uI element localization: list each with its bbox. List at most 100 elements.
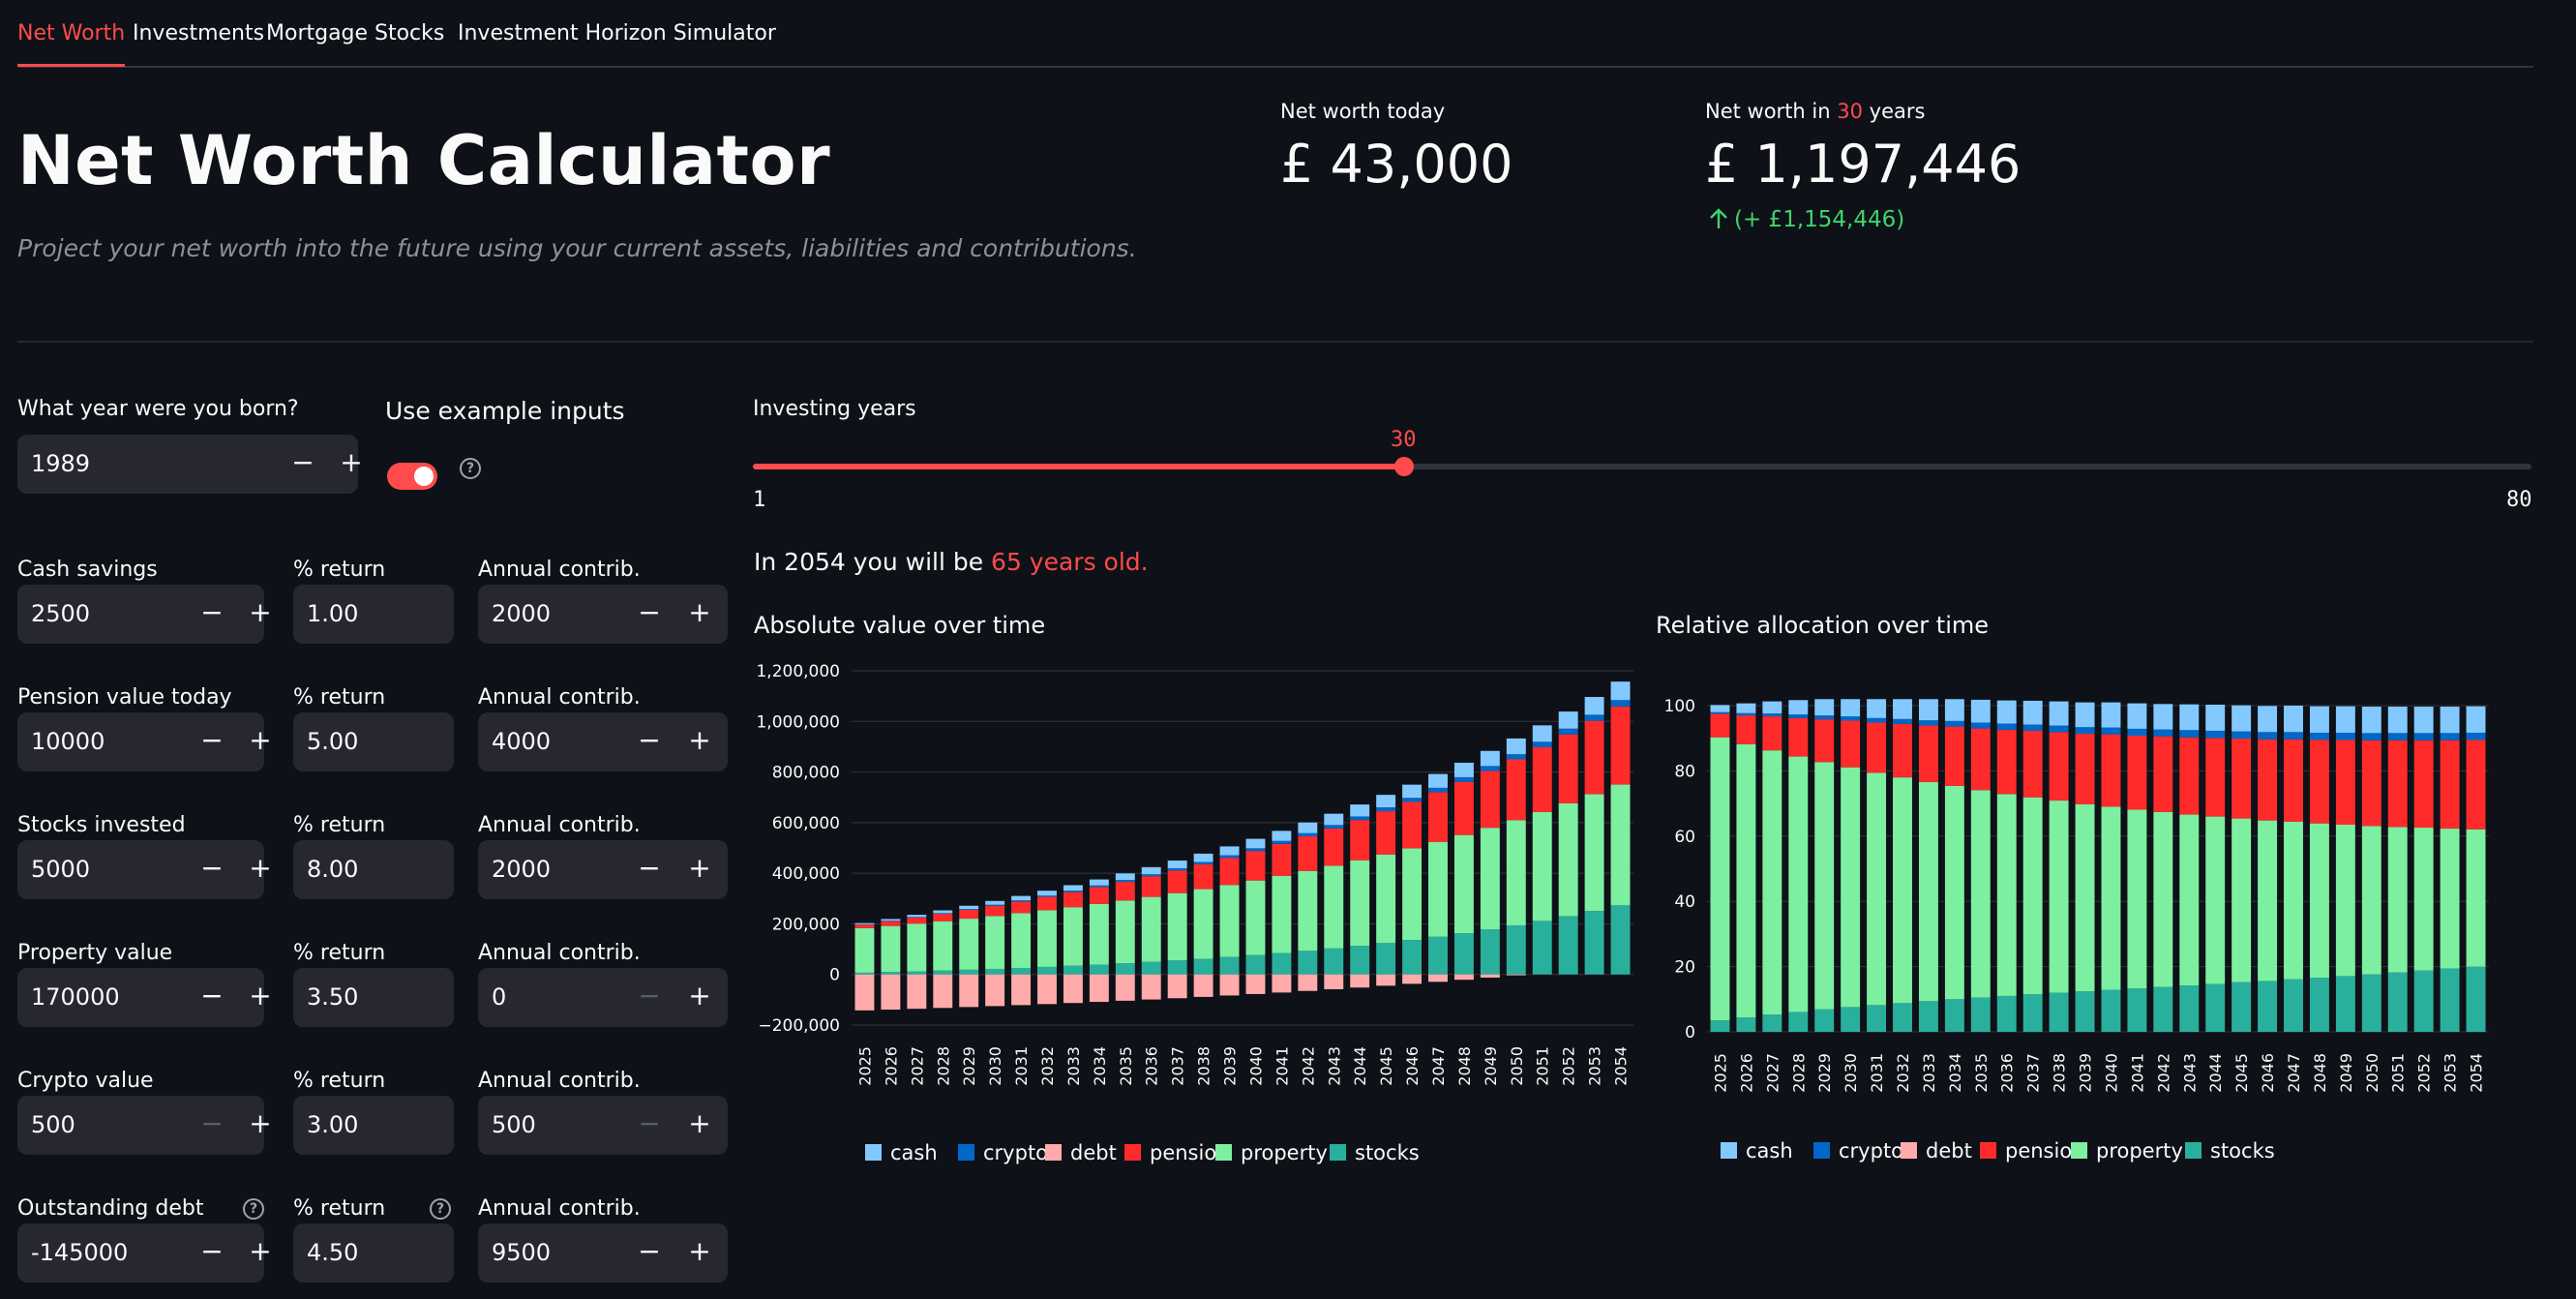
increment-button[interactable]: + [236,968,285,1027]
contrib-input-value[interactable]: 500 [492,1111,536,1138]
x-tick-label: 2053 [2441,1053,2460,1093]
increment-button[interactable]: + [675,585,724,644]
bar-pension [1141,876,1161,897]
bar-property [1710,737,1730,1021]
increment-button[interactable]: + [675,1223,724,1283]
decrement-button[interactable]: − [188,1223,236,1283]
contrib-input[interactable]: 2000 − + [478,840,728,899]
contrib-input-value[interactable]: 9500 [492,1239,551,1266]
x-tick-label: 2030 [986,1046,1004,1086]
return-input-value[interactable]: 4.50 [307,1239,358,1266]
return-input[interactable]: 1.00 [293,585,454,644]
decrement-button[interactable]: − [188,1096,236,1155]
contrib-input[interactable]: 9500 − + [478,1223,728,1283]
decrement-button[interactable]: − [188,712,236,771]
return-input-value[interactable]: 8.00 [307,856,358,883]
legend-swatch-cash [1721,1142,1737,1159]
decrement-button[interactable]: − [188,585,236,644]
value-input[interactable]: 2500 − + [17,585,272,644]
increment-button[interactable]: + [236,1096,285,1155]
x-tick-label: 2035 [1117,1046,1135,1086]
increment-button[interactable]: + [236,712,285,771]
increment-button[interactable]: + [327,435,375,494]
increment-button[interactable]: + [675,1096,724,1155]
decrement-button[interactable]: − [625,968,674,1027]
decrement-button[interactable]: − [279,435,327,494]
increment-button[interactable]: + [675,712,724,771]
value-input-value[interactable]: 10000 [31,728,105,755]
contrib-input-value[interactable]: 2000 [492,600,551,627]
bar-pension [1996,729,2017,795]
value-input-value[interactable]: 5000 [31,856,90,883]
increment-button[interactable]: + [236,1223,285,1283]
bar-cash [1167,861,1187,868]
contrib-input[interactable]: 0 − + [478,968,728,1027]
tab-stocks[interactable]: Stocks [374,21,444,45]
value-input[interactable]: 170000 − + [17,968,272,1027]
return-input-value[interactable]: 1.00 [307,600,358,627]
example-inputs-toggle[interactable] [387,463,437,490]
tab-net-worth[interactable]: Net Worth [17,21,126,67]
bar-crypto [1814,715,1835,720]
contrib-input-value[interactable]: 4000 [492,728,551,755]
bar-stocks [1480,929,1500,975]
value-input-value[interactable]: 500 [31,1111,75,1138]
born-year-input[interactable]: 1989 − + [17,435,363,494]
decrement-button[interactable]: − [188,968,236,1027]
contrib-input[interactable]: 500 − + [478,1096,728,1155]
bar-crypto [1219,855,1240,859]
bar-pension [1841,720,1861,768]
decrement-button[interactable]: − [625,840,674,899]
decrement-button[interactable]: − [625,1223,674,1283]
value-input-value[interactable]: 2500 [31,600,90,627]
born-year-value[interactable]: 1989 [31,450,90,477]
contrib-input-value[interactable]: 0 [492,983,506,1011]
decrement-button[interactable]: − [625,585,674,644]
born-label: What year were you born? [17,397,299,421]
tab-investment-horizon-simulator[interactable]: Investment Horizon Simulator [458,21,776,45]
value-input[interactable]: -145000 − + [17,1223,272,1283]
metric-future-label-years: 30 [1837,100,1863,123]
help-icon[interactable]: ? [460,458,481,479]
value-input[interactable]: 10000 − + [17,712,272,771]
bar-cash [1893,699,1912,719]
contrib-input[interactable]: 2000 − + [478,585,728,644]
value-input-value[interactable]: -145000 [31,1239,128,1266]
decrement-button[interactable]: − [625,712,674,771]
value-input-value[interactable]: 170000 [31,983,120,1011]
increment-button[interactable]: + [236,840,285,899]
bar-stocks [1219,956,1240,975]
return-input[interactable]: 8.00 [293,840,454,899]
return-input[interactable]: 3.00 [293,1096,454,1155]
bar-pension [2127,736,2147,810]
value-input[interactable]: 5000 − + [17,840,272,899]
bar-property [1350,860,1370,947]
slider-thumb[interactable] [1394,457,1414,476]
metric-today-value: £ 43,000 [1280,134,1513,195]
bar-cash [1867,699,1887,718]
legend-swatch-pension [1124,1144,1141,1161]
tab-investments[interactable]: Investments [133,21,264,45]
increment-button[interactable]: + [236,585,285,644]
value-input[interactable]: 500 − + [17,1096,272,1155]
increment-button[interactable]: + [675,968,724,1027]
bar-pension [2258,739,2278,821]
bar-pension [1893,723,1912,778]
bar-property [2049,801,2069,993]
bar-cash [2309,706,2329,733]
return-input[interactable]: 3.50 [293,968,454,1027]
contrib-input-value[interactable]: 2000 [492,856,551,883]
tab-mortgage[interactable]: Mortgage [266,21,368,45]
increment-button[interactable]: + [675,840,724,899]
return-input[interactable]: 5.00 [293,712,454,771]
help-icon[interactable]: ? [430,1198,451,1220]
return-input[interactable]: 4.50 [293,1223,454,1283]
return-input-value[interactable]: 3.50 [307,983,358,1011]
contrib-input[interactable]: 4000 − + [478,712,728,771]
bar-property [1788,756,1809,1012]
decrement-button[interactable]: − [188,840,236,899]
return-input-value[interactable]: 5.00 [307,728,358,755]
decrement-button[interactable]: − [625,1096,674,1155]
help-icon[interactable]: ? [243,1198,264,1220]
return-input-value[interactable]: 3.00 [307,1111,358,1138]
